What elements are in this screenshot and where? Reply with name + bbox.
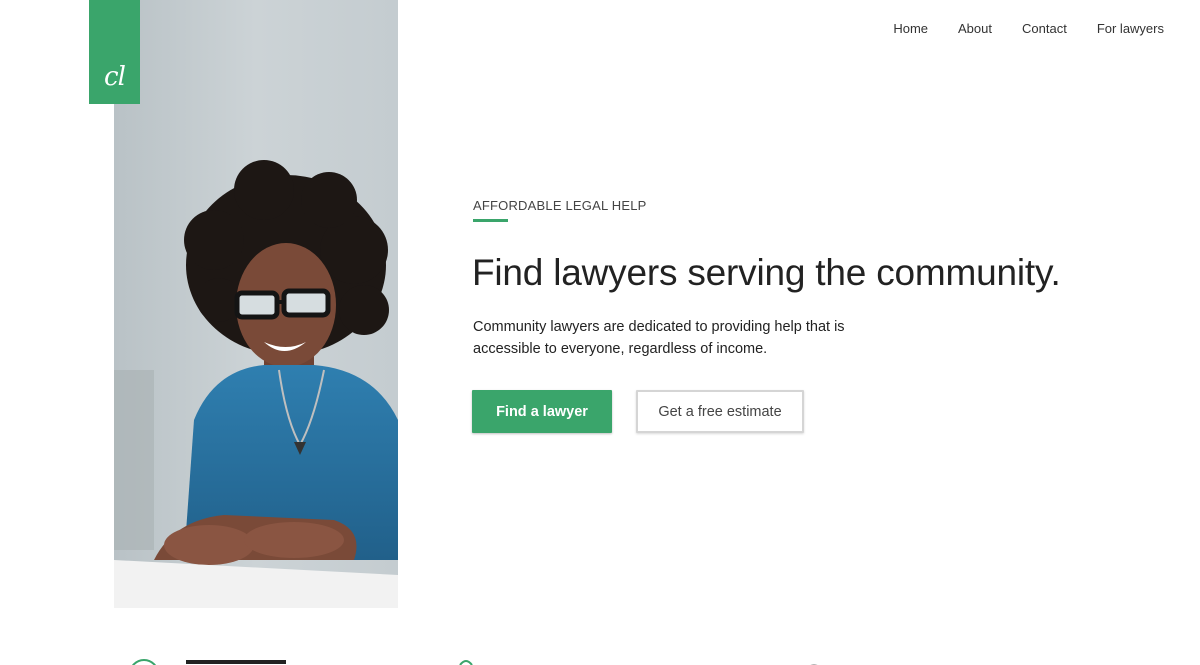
clock-icon [132, 659, 156, 665]
hero-description: Community lawyers are dedicated to provi… [473, 319, 845, 357]
top-nav: Home About Contact For lawyers [863, 20, 1164, 38]
nav-contact[interactable]: Contact [1022, 20, 1067, 38]
features-row [0, 652, 1200, 665]
feature-title-1 [186, 660, 286, 664]
free-estimate-button[interactable]: Get a free estimate [636, 390, 804, 433]
eyebrow-underline [473, 219, 508, 222]
page: cl Home About Contact For lawyers AFFORD… [0, 0, 1200, 665]
logo[interactable]: cl [89, 0, 140, 104]
hero-photo [114, 0, 398, 608]
nav-about[interactable]: About [958, 20, 992, 38]
hero-eyebrow: AFFORDABLE LEGAL HELP [473, 198, 647, 213]
hero-headline: Find lawyers serving the community. [472, 252, 1061, 293]
person-illustration [114, 0, 398, 608]
nav-for-lawyers[interactable]: For lawyers [1097, 20, 1164, 38]
logo-text: cl [104, 62, 126, 92]
nav-home[interactable]: Home [893, 20, 928, 38]
find-lawyer-button[interactable]: Find a lawyer [472, 390, 612, 433]
chat-icon [810, 664, 818, 665]
apple-icon [459, 660, 473, 665]
